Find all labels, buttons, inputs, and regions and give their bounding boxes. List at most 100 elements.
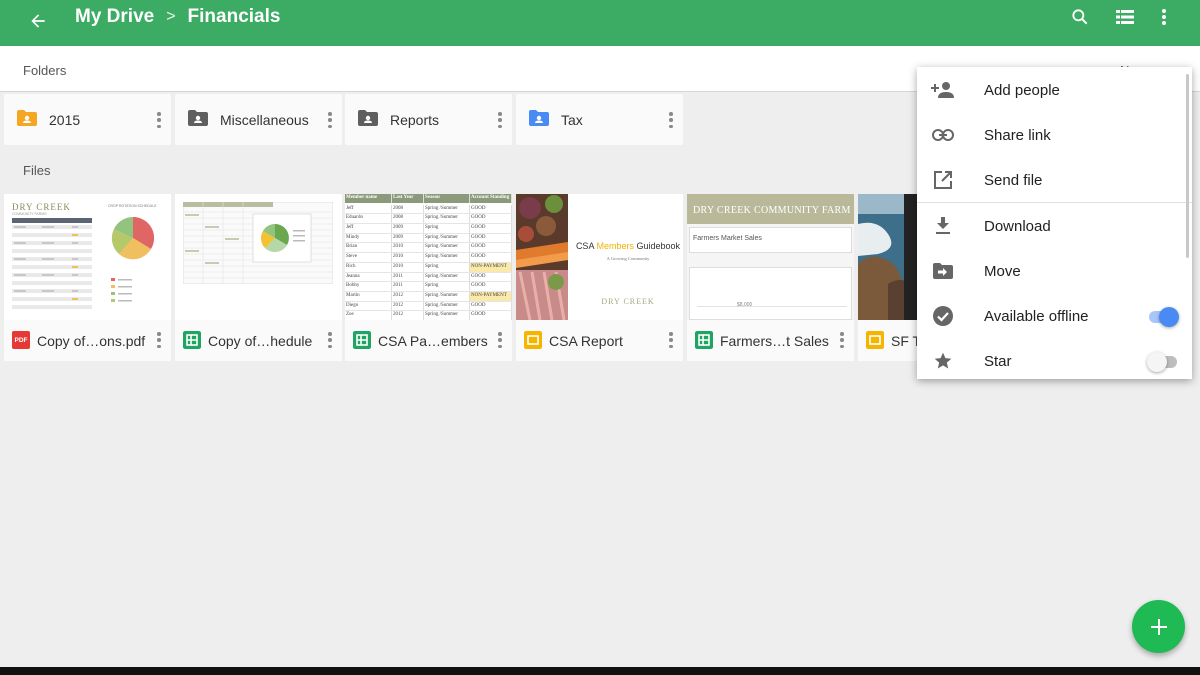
- file-more-button[interactable]: [324, 330, 336, 350]
- file-name: CSA Report: [549, 333, 623, 349]
- shared-folder-icon: [17, 110, 37, 126]
- overflow-menu-button[interactable]: [1149, 2, 1179, 32]
- thumb-table-cell: 2009: [392, 233, 424, 243]
- thumb-table-cell: Diego: [345, 301, 392, 311]
- thumb-table-cell: GOOD: [470, 301, 512, 311]
- thumb-table-cell: GOOD: [470, 272, 512, 282]
- menu-item-move[interactable]: Move: [917, 249, 1192, 293]
- thumb-table-cell: 2010: [392, 253, 424, 262]
- file-more-button[interactable]: [153, 330, 165, 350]
- menu-item-send-file[interactable]: Send file: [917, 158, 1192, 202]
- folders-section-label: Folders: [23, 63, 67, 78]
- folder-card[interactable]: Tax: [516, 94, 683, 145]
- thumb-table-row: Jeff 2008 Spring /Summer GOOD: [345, 204, 512, 215]
- thumb-table-cell: Spring /Summer: [424, 243, 470, 253]
- file-name: Farmers…t Sales: [720, 333, 829, 349]
- thumb-title-part: Members: [596, 241, 634, 251]
- thumb-table-cell: 2008: [392, 214, 424, 224]
- file-more-button[interactable]: [836, 330, 848, 350]
- thumb-table-row: Jeff 2009 Spring GOOD: [345, 224, 512, 234]
- thumb-table-header: Member name Last Year Season Account Standi…: [345, 194, 512, 205]
- folder-more-button[interactable]: [665, 110, 677, 130]
- thumb-guidebook-brand: DRY CREEK: [601, 297, 655, 306]
- folder-name: 2015: [49, 112, 81, 128]
- thumb-table-row: Mindy 2009 Spring /Summer GOOD: [345, 233, 512, 244]
- thumb-table-cell: Eduardo: [345, 214, 392, 224]
- menu-item-download[interactable]: Download: [917, 204, 1192, 248]
- thumb-subtitle: COMMUNITY FARMS: [12, 212, 47, 216]
- thumb-table-cell: Spring: [424, 282, 470, 291]
- thumb-table-row: Eduardo 2008 Spring /Summer GOOD: [345, 214, 512, 225]
- thumb-table-cell: Spring /Summer: [424, 301, 470, 311]
- star-toggle[interactable]: [1147, 352, 1179, 372]
- folder-name: Miscellaneous: [220, 112, 309, 128]
- download-icon: [936, 217, 950, 234]
- file-card[interactable]: Member name Last Year Season Account Standi…: [345, 194, 512, 361]
- file-card[interactable]: Copy of…hedule: [175, 194, 342, 361]
- search-button[interactable]: [1065, 2, 1095, 32]
- thumb-table-row: Jeanna 2011 Spring /Summer GOOD: [345, 272, 512, 283]
- thumb-table-cell: 2012: [392, 301, 424, 311]
- thumb-table-cell: Spring /Summer: [424, 204, 470, 214]
- menu-item-available-offline[interactable]: Available offline: [917, 294, 1192, 338]
- menu-item-add-people[interactable]: Add people: [917, 68, 1192, 112]
- thumb-table-cell: 2008: [392, 204, 424, 214]
- available-offline-toggle[interactable]: [1147, 307, 1179, 327]
- thumb-table-cell: NON-PAYMENT: [470, 291, 512, 301]
- file-card[interactable]: CSA Members Guidebook A Growing Communit…: [516, 194, 683, 361]
- folder-more-button[interactable]: [324, 110, 336, 130]
- files-section-label: Files: [23, 163, 51, 178]
- file-thumbnail: CSA Members Guidebook A Growing Communit…: [516, 194, 683, 320]
- menu-item-share-link[interactable]: Share link: [917, 113, 1192, 157]
- thumb-table-header-cell: Account Standing: [470, 194, 512, 203]
- list-view-icon: [1116, 10, 1134, 24]
- menu-item-label: Send file: [984, 172, 1043, 189]
- thumb-table-cell: Bobby: [345, 282, 392, 291]
- file-more-button[interactable]: [665, 330, 677, 350]
- file-thumbnail: [175, 194, 342, 320]
- back-button[interactable]: [22, 5, 54, 37]
- thumb-chart-axis-line: [697, 306, 847, 307]
- folder-more-button[interactable]: [153, 110, 165, 130]
- thumb-guidebook-title: CSA Members Guidebook: [573, 241, 683, 251]
- file-card[interactable]: DRY CREEK COMMUNITY FARMS CROP ROTATION …: [4, 194, 171, 361]
- folder-more-button[interactable]: [494, 110, 506, 130]
- thumb-table-header-cell: Last Year: [392, 194, 424, 203]
- thumb-table-cell: NON-PAYMENT: [470, 262, 512, 272]
- thumb-table-cell: Steve: [345, 253, 392, 262]
- thumb-heading: CROP ROTATION SCHEDULE: [108, 204, 157, 208]
- menu-scrollbar[interactable]: [1186, 74, 1189, 258]
- thumb-table-cell: Spring /Summer: [424, 253, 470, 262]
- file-thumbnail: DRY CREEK COMMUNITY FARM Farmers Market …: [687, 194, 854, 320]
- folder-card[interactable]: Miscellaneous: [175, 94, 342, 145]
- list-view-button[interactable]: [1110, 2, 1140, 32]
- file-footer: CSA Pa…embers: [345, 320, 512, 361]
- new-item-button[interactable]: [1132, 600, 1185, 653]
- file-thumbnail: DRY CREEK COMMUNITY FARMS CROP ROTATION …: [4, 194, 171, 320]
- thumb-table-cell: Spring /Summer: [424, 291, 470, 301]
- menu-divider: [917, 202, 1192, 203]
- folder-name: Tax: [561, 112, 583, 128]
- thumb-coast-photo: [858, 194, 918, 320]
- thumb-table-cell: Spring /Summer: [424, 311, 470, 320]
- file-more-button[interactable]: [494, 330, 506, 350]
- thumb-table-cell: 2010: [392, 262, 424, 272]
- folder-card[interactable]: Reports: [345, 94, 512, 145]
- menu-item-label: Available offline: [984, 308, 1089, 325]
- link-icon: [932, 129, 954, 141]
- file-card[interactable]: DRY CREEK COMMUNITY FARM Farmers Market …: [687, 194, 854, 361]
- menu-item-star[interactable]: Star: [917, 339, 1192, 383]
- thumb-table-cell: Martin: [345, 291, 392, 301]
- thumb-axis-value: $8,000: [737, 302, 753, 308]
- thumb-table-header-cell: Member name: [345, 194, 392, 203]
- thumb-table-cell: Jeanna: [345, 272, 392, 282]
- thumb-members-table: Member name Last Year Season Account Standi…: [345, 194, 512, 320]
- thumb-title: DRY CREEK COMMUNITY FARM: [693, 205, 851, 216]
- folder-card[interactable]: 2015: [4, 94, 171, 145]
- thumb-table-cell: 2012: [392, 291, 424, 301]
- file-footer: Copy of…hedule: [175, 320, 342, 361]
- thumb-table-cell: Jeff: [345, 204, 392, 214]
- breadcrumb-my-drive[interactable]: My Drive: [75, 6, 154, 28]
- sheets-icon: [695, 331, 713, 349]
- file-footer: Farmers…t Sales: [687, 320, 854, 361]
